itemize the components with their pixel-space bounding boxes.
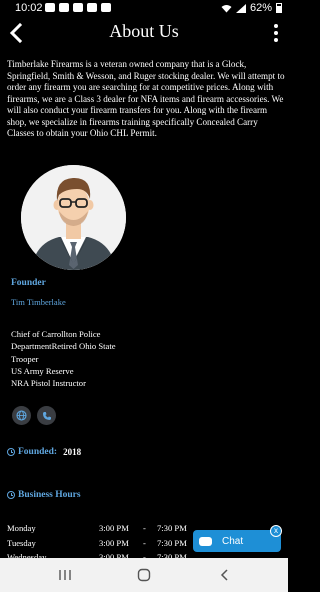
- battery-icon: [276, 3, 282, 13]
- hours-open: 3:00 PM: [99, 523, 129, 533]
- system-icons: 62%: [221, 2, 282, 14]
- youtube-icon: [59, 3, 69, 12]
- gallery-icon: [101, 3, 111, 12]
- bio-line: Chief of Carrollton Police: [11, 329, 101, 339]
- phone-button[interactable]: [37, 406, 56, 425]
- status-bar: 10:02 62%: [0, 0, 288, 18]
- clock-icon: [7, 491, 15, 499]
- hours-day: Tuesday: [7, 537, 36, 548]
- hours-close: 7:30 PM: [157, 537, 187, 548]
- chat-close-button[interactable]: x: [270, 525, 282, 537]
- founder-label: Founder: [11, 278, 46, 288]
- back-button[interactable]: [210, 566, 240, 584]
- mail-icon: [73, 3, 83, 12]
- home-icon: [137, 568, 151, 582]
- founded-section: Founded: 2018: [7, 447, 81, 457]
- page-title: About Us: [109, 21, 179, 41]
- recent-apps-button[interactable]: [50, 566, 80, 584]
- hours-close: 7:30 PM: [157, 523, 187, 533]
- business-hours-label: Business Hours: [18, 490, 81, 500]
- back-icon: [220, 569, 228, 581]
- person-illustration: [21, 165, 126, 270]
- bio-line: Trooper: [11, 353, 39, 364]
- more-vertical-icon[interactable]: [273, 24, 279, 42]
- founder-bio: Chief of Carrollton Police DepartmentRet…: [11, 328, 116, 389]
- about-description: Timberlake Firearms is a veteran owned c…: [7, 59, 285, 138]
- notification-icons: [45, 3, 111, 12]
- recent-apps-icon: [59, 570, 71, 580]
- founded-label: Founded:: [18, 447, 58, 457]
- bio-line: DepartmentRetired Ohio State: [11, 341, 116, 352]
- chat-label: Chat: [222, 535, 244, 547]
- founded-year: 2018: [63, 447, 82, 457]
- business-hours-heading: Business Hours: [7, 490, 81, 500]
- home-button[interactable]: [129, 566, 159, 584]
- mail-icon: [87, 3, 97, 12]
- hours-row: Monday 3:00 PM - 7:30 PM: [7, 523, 197, 538]
- bio-line: NRA Pistol Instructor: [11, 378, 86, 389]
- hours-open: 3:00 PM: [99, 537, 129, 548]
- globe-icon: [16, 410, 27, 421]
- hours-dash: -: [143, 523, 146, 533]
- bio-line: US Army Reserve: [11, 365, 74, 376]
- status-time: 10:02: [15, 2, 43, 14]
- hours-day: Monday: [7, 523, 36, 533]
- phone-icon: [42, 411, 51, 420]
- hours-row: Tuesday 3:00 PM - 7:30 PM: [7, 538, 197, 553]
- wifi-icon: [221, 4, 232, 12]
- website-button[interactable]: [12, 406, 31, 425]
- founder-name: Tim Timberlake: [11, 297, 66, 307]
- notification-icon: [45, 3, 55, 12]
- system-nav-bar: [0, 558, 288, 592]
- clock-icon: [7, 448, 15, 456]
- chat-button[interactable]: Chat: [193, 530, 281, 552]
- chat-bubble-icon: [199, 536, 212, 546]
- founder-avatar: [21, 165, 126, 270]
- app-bar: About Us: [0, 18, 288, 48]
- hours-dash: -: [143, 537, 146, 548]
- battery-percent: 62%: [249, 2, 272, 14]
- signal-icon: [235, 3, 246, 13]
